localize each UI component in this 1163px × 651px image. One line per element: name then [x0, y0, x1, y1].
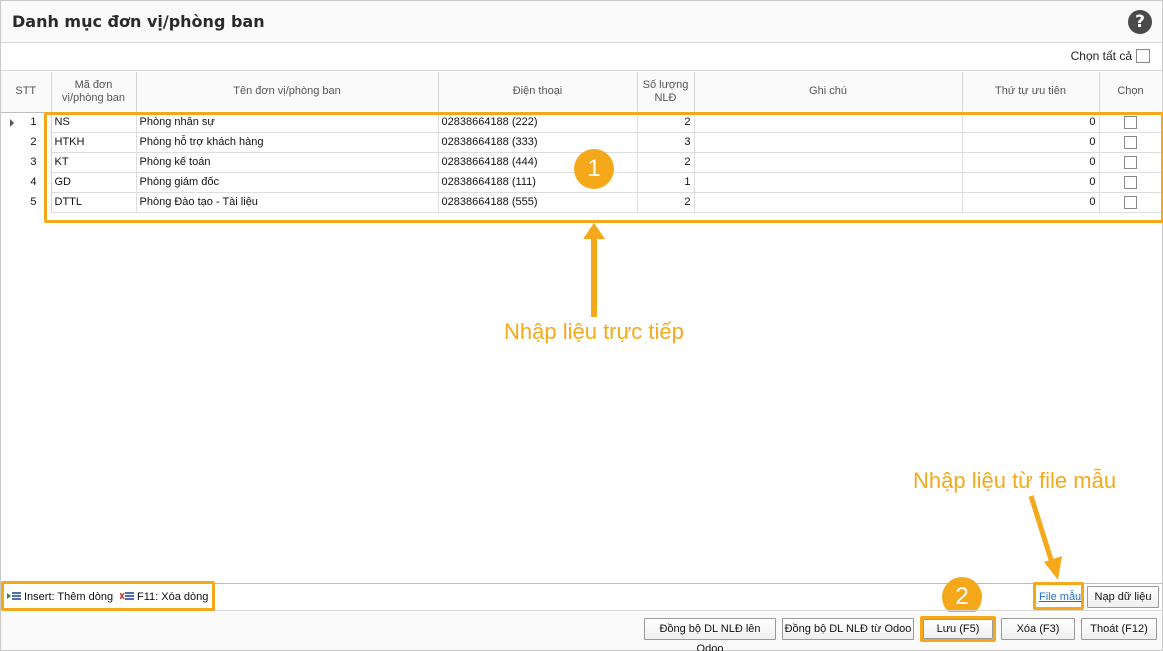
arrow-down-annotation — [1028, 495, 1062, 580]
col-header-count-line1: Số lượng — [642, 78, 689, 91]
load-data-button[interactable]: Nạp dữ liệu — [1087, 586, 1159, 608]
col-header-code[interactable]: Mã đơn vị/phòng ban — [51, 72, 137, 113]
dialog-title: Danh mục đơn vị/phòng ban — [12, 12, 265, 31]
status-bar: Insert: Thêm dòng F11: Xóa dòng File mẫu… — [1, 581, 1162, 611]
col-header-code-line1: Mã đơn — [74, 78, 113, 91]
help-icon[interactable]: ? — [1128, 10, 1152, 34]
footer-bar: Đồng bộ DL NLĐ lên Odoo Đồng bộ DL NLĐ t… — [1, 612, 1162, 651]
insert-row-icon — [7, 592, 21, 601]
col-header-stt[interactable]: STT — [1, 72, 52, 113]
col-header-select[interactable]: Chọn — [1099, 72, 1163, 113]
save-button[interactable]: Lưu (F5) — [923, 619, 993, 639]
delete-hint: F11: Xóa dòng — [120, 591, 208, 603]
template-entry-label: Nhập liệu từ file mẫu — [913, 468, 1117, 493]
col-header-name[interactable]: Tên đơn vị/phòng ban — [136, 72, 439, 113]
select-all-checkbox[interactable] — [1136, 49, 1150, 63]
delete-row-icon — [120, 592, 134, 601]
col-header-count-line2: NLĐ — [654, 91, 677, 104]
col-header-priority[interactable]: Thứ tự ưu tiên — [962, 72, 1100, 113]
col-header-code-line2: vị/phòng ban — [62, 91, 125, 104]
arrow-up-annotation — [583, 223, 605, 317]
row-indicator-icon — [10, 118, 14, 127]
delete-hint-text: F11: Xóa dòng — [137, 591, 209, 603]
table-header-row: STT Mã đơn vị/phòng ban Tên đơn vị/phòng … — [1, 72, 1163, 113]
grid-toolbar: Chọn tất cả — [1, 43, 1162, 71]
step-1-badge: 1 — [574, 149, 614, 189]
insert-hint: Insert: Thêm dòng — [7, 591, 113, 603]
row-stt-value: 1 — [30, 116, 37, 129]
delete-button[interactable]: Xóa (F3) — [1001, 618, 1075, 640]
exit-button[interactable]: Thoát (F12) — [1081, 618, 1157, 640]
col-header-count[interactable]: Số lượng NLĐ — [637, 72, 695, 113]
direct-entry-label: Nhập liệu trực tiếp — [504, 319, 684, 344]
insert-hint-text: Insert: Thêm dòng — [24, 591, 114, 603]
sync-down-odoo-button[interactable]: Đồng bộ DL NLĐ từ Odoo — [782, 618, 914, 640]
template-file-link[interactable]: File mẫu — [1039, 591, 1081, 603]
title-bar: Danh mục đơn vị/phòng ban ? — [1, 1, 1162, 43]
col-header-phone[interactable]: Điện thoại — [438, 72, 638, 113]
department-dialog: Danh mục đơn vị/phòng ban ? Chọn tất cả … — [0, 0, 1163, 651]
col-header-note[interactable]: Ghi chú — [694, 72, 963, 113]
sync-up-odoo-button[interactable]: Đồng bộ DL NLĐ lên Odoo — [644, 618, 776, 651]
select-all-label: Chọn tất cả — [1070, 49, 1132, 63]
